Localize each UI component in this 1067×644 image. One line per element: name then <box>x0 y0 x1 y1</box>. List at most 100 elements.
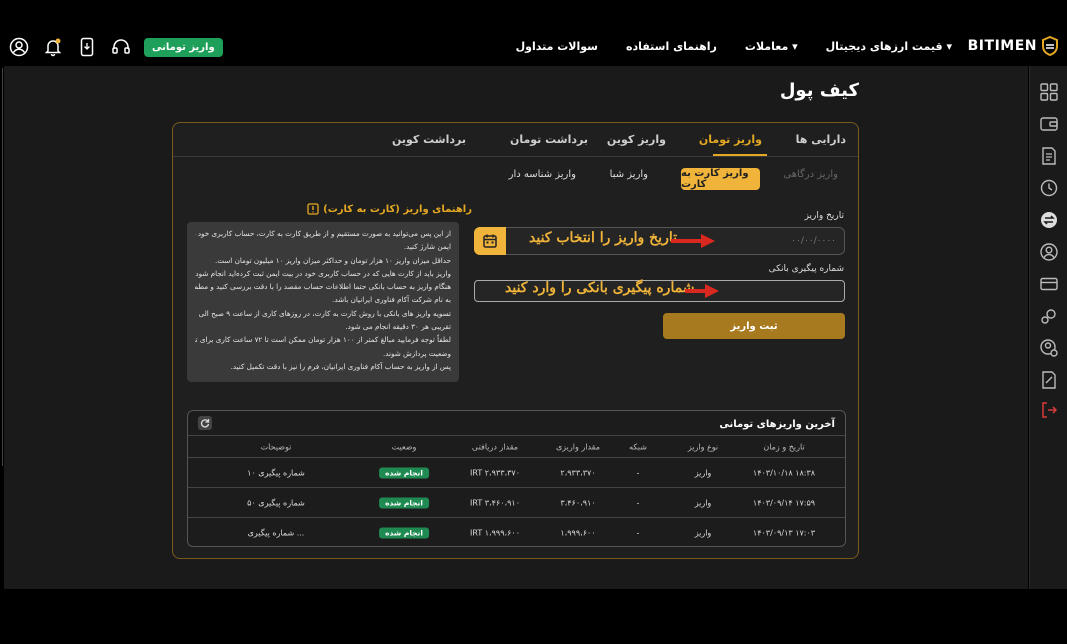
calendar-icon[interactable] <box>474 227 506 255</box>
guide-line: هنگام واریز به حساب بانکی حتما اطلاعات ح… <box>195 282 451 292</box>
col-datetime: تاریخ و زمان <box>763 442 805 451</box>
dashboard-icon[interactable] <box>1039 82 1059 102</box>
submit-deposit-button[interactable]: ثبت واریز <box>663 313 845 339</box>
table-header: تاریخ و زمان نوع واریز شبکه مقدار واریزی… <box>188 435 845 457</box>
left-divider <box>2 66 3 466</box>
top-bar: واریز تومانی قیمت ارزهای دیجیتال ▾ معامل… <box>0 28 1067 68</box>
col-network: شبکه <box>629 442 647 451</box>
arrow-right-icon <box>671 234 715 248</box>
tracking-input[interactable]: شماره پیگیری بانکی را وارد کنید <box>474 280 845 302</box>
wallet-card: دارایی ها واریز تومان واریز کوین برداشت … <box>172 122 859 559</box>
guide-line: تقریبی هر ۳۰ دقیقه انجام می شود. <box>345 322 451 332</box>
active-tab-indicator <box>713 154 767 156</box>
cell-received: IRT ۲،۹۳۳،۳۷۰ <box>469 468 521 477</box>
col-type: نوع واریز <box>687 442 719 451</box>
logo[interactable]: BITIMEN <box>968 36 1059 56</box>
main-nav: قیمت ارزهای دیجیتال ▾ معاملات ▾ راهنمای … <box>516 40 952 53</box>
user-circle-icon[interactable] <box>1039 242 1059 262</box>
settings-icon[interactable] <box>1039 306 1059 326</box>
table-row: ۱۴۰۳/۰۹/۱۴ ۱۷:۵۹ واریز - ۳،۴۶۰،۹۱۰ IRT ۳… <box>188 487 845 517</box>
nav-guide[interactable]: راهنمای استفاده <box>626 40 717 53</box>
cell-description: شماره پیگیری ۱۰ <box>247 468 305 477</box>
exchange-icon[interactable] <box>1039 210 1059 230</box>
tab-toman-withdraw[interactable]: برداشت تومان <box>510 133 588 146</box>
status-badge: انجام شده <box>379 497 429 508</box>
col-description: توضیحات <box>260 442 292 451</box>
guide-line: وضعیت پردازش شوند. <box>382 348 451 358</box>
date-label: تاریخ واریز <box>804 211 844 221</box>
cell-description: شماره پیگیری ... <box>247 528 305 537</box>
headset-icon[interactable] <box>110 36 132 58</box>
col-status: وضعیت <box>391 442 417 451</box>
date-placeholder: ۰۰/۰۰/۰۰۰۰ <box>791 236 836 246</box>
cell-amount: ۱،۹۹۹،۶۰۰ <box>560 528 596 537</box>
date-annotation: تاریخ واریز را انتخاب کنید <box>529 230 677 246</box>
history-icon[interactable] <box>1039 178 1059 198</box>
table-row: ۱۴۰۳/۰۹/۱۳ ۱۷:۰۳ واریز - ۱،۹۹۹،۶۰۰ IRT ۱… <box>188 517 845 546</box>
cell-description: شماره پیگیری ۵۰ <box>247 498 305 507</box>
cell-type: واریز <box>694 498 712 507</box>
guide-title: راهنمای واریز (کارت به کارت) <box>307 203 472 215</box>
logout-icon[interactable] <box>1039 400 1059 420</box>
subtab-sheba[interactable]: واریز شبا <box>610 169 648 180</box>
page-title: کیف پول <box>779 80 859 101</box>
guide-line: ایمن شارژ کنید. <box>403 242 451 252</box>
guide-box: از این پس می‌توانید به صورت مستقیم و از … <box>187 222 459 382</box>
toman-deposit-button[interactable]: واریز تومانی <box>144 37 223 57</box>
cell-type: واریز <box>694 528 712 537</box>
shield-logo-icon <box>1042 36 1058 56</box>
guide-line: از این پس می‌توانید به صورت مستقیم و از … <box>195 229 451 238</box>
date-input[interactable]: ۰۰/۰۰/۰۰۰۰ تاریخ واریز را انتخاب کنید <box>474 227 845 255</box>
history-title: آخرین واریزهای تومانی <box>719 419 835 430</box>
cell-received: IRT ۱،۹۹۹،۶۰۰ <box>469 528 521 537</box>
status-badge: انجام شده <box>379 467 429 478</box>
cell-received: IRT ۳،۴۶۰،۹۱۰ <box>469 498 521 507</box>
brand-name: BITIMEN <box>967 38 1037 54</box>
cell-amount: ۳،۴۶۰،۹۱۰ <box>560 498 596 507</box>
profile-icon[interactable] <box>8 36 30 58</box>
report-icon[interactable] <box>1039 146 1059 166</box>
edit-document-icon[interactable] <box>1039 370 1059 390</box>
tab-toman-deposit[interactable]: واریز تومان <box>699 133 762 146</box>
deposit-history: آخرین واریزهای تومانی تاریخ و زمان نوع و… <box>187 410 846 547</box>
nav-crypto-prices[interactable]: قیمت ارزهای دیجیتال ▾ <box>826 40 952 53</box>
cell-network: - <box>636 528 640 537</box>
bell-icon[interactable] <box>42 36 64 58</box>
cell-datetime: ۱۴۰۳/۰۹/۱۳ ۱۷:۰۳ <box>752 528 816 537</box>
nav-faq[interactable]: سوالات متداول <box>516 40 598 53</box>
refresh-icon[interactable] <box>198 416 212 430</box>
guide-line: به نام شرکت آکام فناوری ایرانیان باشد. <box>332 295 451 305</box>
tab-coin-deposit[interactable]: واریز کوین <box>607 133 666 146</box>
guide-line: لطفاً توجه فرمایید مبالغ کمتر از ۱۰۰ هزا… <box>195 335 451 345</box>
guide-line: حداقل میزان واریز ۱۰ هزار تومان و حداکثر… <box>214 255 451 265</box>
cell-network: - <box>636 498 640 507</box>
arrow-right-icon <box>685 284 719 298</box>
wallet-tabs: دارایی ها واریز تومان واریز کوین برداشت … <box>173 123 858 157</box>
cell-network: - <box>636 468 640 477</box>
subtab-card-to-card[interactable]: واریز کارت به کارت <box>681 168 760 190</box>
right-sidebar <box>1029 66 1067 589</box>
col-amount: مقدار واریزی <box>555 442 601 451</box>
tracking-label: شماره پیگیری بانکی <box>768 264 844 274</box>
user-settings-icon[interactable] <box>1039 338 1059 358</box>
guide-line: تسویه واریز های بانکی با روش کارت به کار… <box>195 308 451 318</box>
tab-assets[interactable]: دارایی ها <box>796 133 846 146</box>
cell-datetime: ۱۴۰۳/۱۰/۱۸ ۱۸:۳۸ <box>752 468 816 477</box>
topbar-actions: واریز تومانی <box>8 36 223 58</box>
card-icon[interactable] <box>1039 274 1059 294</box>
guide-title-text: راهنمای واریز (کارت به کارت) <box>323 203 472 215</box>
subtab-gateway[interactable]: واریز درگاهی <box>783 169 838 180</box>
wallet-icon[interactable] <box>1039 114 1059 134</box>
cell-datetime: ۱۴۰۳/۰۹/۱۴ ۱۷:۵۹ <box>752 498 816 507</box>
table-row: ۱۴۰۳/۱۰/۱۸ ۱۸:۳۸ واریز - ۲،۹۳۳،۳۷۰ IRT ۲… <box>188 457 845 487</box>
cell-type: واریز <box>694 468 712 477</box>
guide-line: پس از واریز به حساب آکام فناوری ایرانیان… <box>230 361 451 371</box>
nav-trades[interactable]: معاملات ▾ <box>745 40 798 53</box>
col-received: مقدار دریافتی <box>471 442 519 451</box>
status-badge: انجام شده <box>379 527 429 538</box>
cell-amount: ۲،۹۳۳،۳۷۰ <box>560 468 596 477</box>
guide-icon <box>307 203 319 215</box>
phone-icon[interactable] <box>76 36 98 58</box>
subtab-id-deposit[interactable]: واریز شناسه دار <box>509 169 576 180</box>
tab-coin-withdraw[interactable]: برداشت کوین <box>392 133 466 146</box>
